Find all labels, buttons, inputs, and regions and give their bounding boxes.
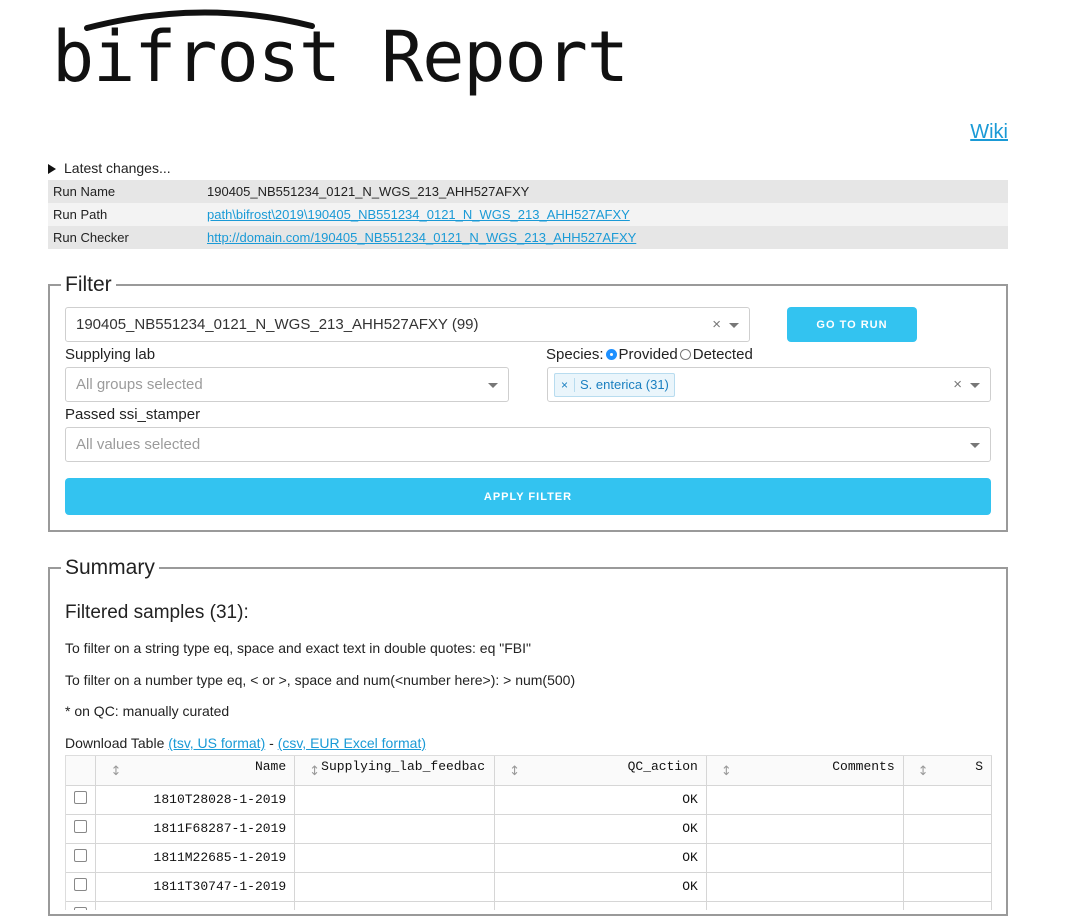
column-header-supplying-lab-feedback[interactable]: ↕ Supplying_lab_feedbac xyxy=(294,756,496,786)
species-detected-radio[interactable] xyxy=(679,349,691,360)
cell-name[interactable]: 1811F68287-1-2019 xyxy=(95,814,296,844)
sort-icon[interactable]: ↕ xyxy=(918,764,929,779)
sort-icon[interactable]: ↕ xyxy=(509,764,520,779)
table-row[interactable]: 1811F68287-1-2019 OK xyxy=(66,814,992,844)
cell-s[interactable] xyxy=(903,814,992,844)
row-checkbox[interactable] xyxy=(74,820,88,833)
remove-tag-icon[interactable]: × xyxy=(555,377,576,392)
species-select[interactable]: × S. enterica (31) × xyxy=(547,367,991,402)
sort-icon[interactable]: ↕ xyxy=(110,764,121,779)
table-header-row: ↕ Name ↕ Supplying_lab_feedbac ↕ QC_acti… xyxy=(66,756,992,786)
cell-name[interactable]: 1811M22685-1-2019 xyxy=(95,843,296,873)
logo-title: bifrost Report xyxy=(52,16,629,98)
download-table-line: Download Table (tsv, US format) - (csv, … xyxy=(65,735,426,751)
run-info-row: Run Checker http://domain.com/190405_NB5… xyxy=(48,226,1008,249)
download-separator: - xyxy=(265,735,278,751)
download-csv-link[interactable]: (csv, EUR Excel format) xyxy=(278,735,426,751)
apply-filter-button[interactable]: APPLY FILTER xyxy=(65,478,991,515)
species-tag-label: S. enterica (31) xyxy=(580,377,669,392)
run-select[interactable]: 190405_NB551234_0121_N_WGS_213_AHH527AFX… xyxy=(65,307,750,342)
latest-changes-toggle[interactable]: Latest changes... xyxy=(48,160,171,176)
species-source-radio-group: Species: Provided Detected xyxy=(546,346,753,363)
cell-name[interactable]: 1810T28028-1-2019 xyxy=(95,785,296,815)
cell-qc-action[interactable]: OK xyxy=(494,872,707,902)
run-info-row: Run Name 190405_NB551234_0121_N_WGS_213_… xyxy=(48,180,1008,203)
table-row[interactable]: 1811M22685-1-2019 OK xyxy=(66,843,992,873)
help-string-filter: To filter on a string type eq, space and… xyxy=(65,640,531,656)
passed-ssi-stamper-label: Passed ssi_stamper xyxy=(65,406,201,423)
run-path-link[interactable]: path\bifrost\2019\190405_NB551234_0121_N… xyxy=(207,207,630,222)
supplying-lab-placeholder: All groups selected xyxy=(76,376,203,393)
wiki-link[interactable]: Wiki xyxy=(970,121,1008,144)
table-row[interactable]: 1810T28028-1-2019 OK xyxy=(66,785,992,815)
table-row[interactable]: 1811T30747-1-2019 OK xyxy=(66,872,992,902)
cell-comments[interactable] xyxy=(706,843,904,873)
passed-placeholder: All values selected xyxy=(76,436,201,453)
run-select-value: 190405_NB551234_0121_N_WGS_213_AHH527AFX… xyxy=(76,316,479,333)
passed-ssi-stamper-select[interactable]: All values selected xyxy=(65,427,991,462)
column-header-comments[interactable]: ↕ Comments xyxy=(706,756,904,786)
download-tsv-link[interactable]: (tsv, US format) xyxy=(168,735,265,751)
supplying-lab-label: Supplying lab xyxy=(65,346,156,363)
cell-s[interactable] xyxy=(903,843,992,873)
select-column-header xyxy=(66,756,97,786)
run-info-table: Run Name 190405_NB551234_0121_N_WGS_213_… xyxy=(48,180,1008,249)
run-path-key: Run Path xyxy=(48,203,202,226)
cell-feedback[interactable] xyxy=(294,872,496,902)
cell-name[interactable]: 1811T30747-1-2019 xyxy=(95,872,296,902)
run-info-row: Run Path path\bifrost\2019\190405_NB5512… xyxy=(48,203,1008,226)
download-label: Download Table xyxy=(65,735,169,751)
cell-comments[interactable] xyxy=(706,814,904,844)
go-to-run-button[interactable]: GO TO RUN xyxy=(787,307,917,342)
cell-qc-action[interactable]: OK xyxy=(494,785,707,815)
help-number-filter: To filter on a number type eq, < or >, s… xyxy=(65,672,576,688)
run-name-value: 190405_NB551234_0121_N_WGS_213_AHH527AFX… xyxy=(202,180,1008,203)
column-header-qc-action[interactable]: ↕ QC_action xyxy=(494,756,707,786)
cell-qc-action[interactable]: OK xyxy=(494,843,707,873)
filter-legend: Filter xyxy=(65,273,112,296)
cell-feedback[interactable] xyxy=(294,814,496,844)
disclosure-triangle-icon xyxy=(48,164,56,175)
row-checkbox[interactable] xyxy=(74,849,88,862)
chevron-down-icon[interactable] xyxy=(729,322,739,328)
run-name-key: Run Name xyxy=(48,180,202,203)
cell-comments[interactable] xyxy=(706,872,904,902)
samples-data-table: ↕ Name ↕ Supplying_lab_feedbac ↕ QC_acti… xyxy=(65,755,992,910)
cell-s[interactable] xyxy=(903,872,992,902)
cell-s[interactable] xyxy=(903,785,992,815)
species-provided-label: Provided xyxy=(618,346,678,363)
cell-feedback[interactable] xyxy=(294,785,496,815)
filtered-samples-heading: Filtered samples (31): xyxy=(65,602,249,623)
chevron-down-icon[interactable] xyxy=(970,442,980,448)
run-checker-key: Run Checker xyxy=(48,226,202,249)
run-checker-link[interactable]: http://domain.com/190405_NB551234_0121_N… xyxy=(207,230,636,245)
supplying-lab-select[interactable]: All groups selected xyxy=(65,367,509,402)
cell-feedback[interactable] xyxy=(294,843,496,873)
sort-icon[interactable]: ↕ xyxy=(721,764,732,779)
row-checkbox[interactable] xyxy=(74,791,88,804)
species-label: Species: xyxy=(546,346,604,363)
help-qc-note: * on QC: manually curated xyxy=(65,703,230,719)
cell-comments[interactable] xyxy=(706,785,904,815)
chevron-down-icon[interactable] xyxy=(970,382,980,388)
species-provided-radio[interactable] xyxy=(605,349,617,360)
clear-icon[interactable]: × xyxy=(953,376,962,393)
app-logo: bifrost Report xyxy=(52,6,629,106)
column-header-s[interactable]: ↕ S xyxy=(903,756,992,786)
clear-icon[interactable]: × xyxy=(712,316,721,333)
species-detected-label: Detected xyxy=(692,346,753,363)
species-tag: × S. enterica (31) xyxy=(554,372,675,397)
latest-changes-label: Latest changes... xyxy=(64,160,171,176)
column-header-name[interactable]: ↕ Name xyxy=(95,756,296,786)
summary-legend: Summary xyxy=(65,556,155,579)
cell-qc-action[interactable]: OK xyxy=(494,814,707,844)
sort-icon[interactable]: ↕ xyxy=(309,764,320,779)
chevron-down-icon[interactable] xyxy=(488,382,498,388)
row-checkbox[interactable] xyxy=(74,878,88,891)
